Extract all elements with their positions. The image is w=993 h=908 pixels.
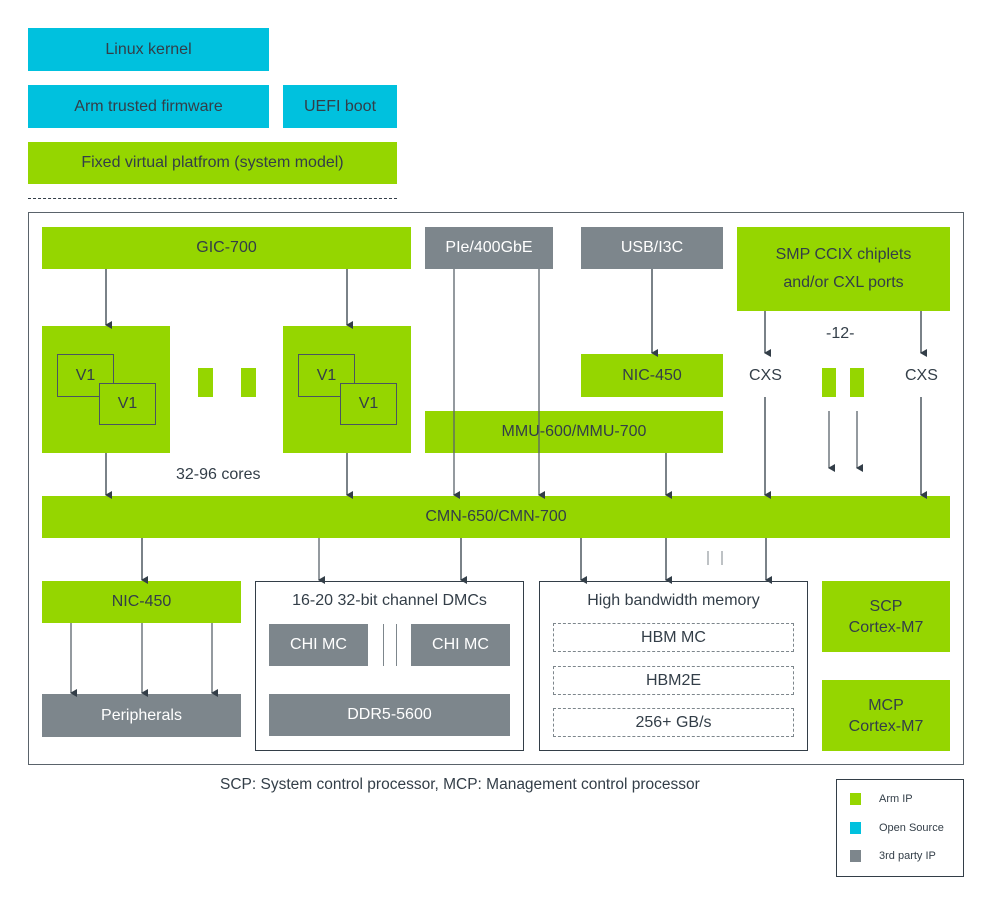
legend-item-open-source: Open Source — [850, 822, 944, 834]
legend-label: 3rd party IP — [879, 850, 936, 862]
legend-item-arm-ip: Arm IP — [850, 793, 913, 805]
legend-swatch — [850, 850, 861, 862]
connector-layer — [70, 269, 927, 697]
legend-swatch — [850, 822, 861, 834]
legend: Arm IP Open Source 3rd party IP — [836, 779, 964, 877]
legend-label: Open Source — [879, 822, 944, 834]
legend-swatch — [850, 793, 861, 805]
footnote: SCP: System control processor, MCP: Mana… — [220, 776, 700, 793]
legend-label: Arm IP — [879, 793, 913, 805]
legend-item-third-party: 3rd party IP — [850, 850, 936, 862]
